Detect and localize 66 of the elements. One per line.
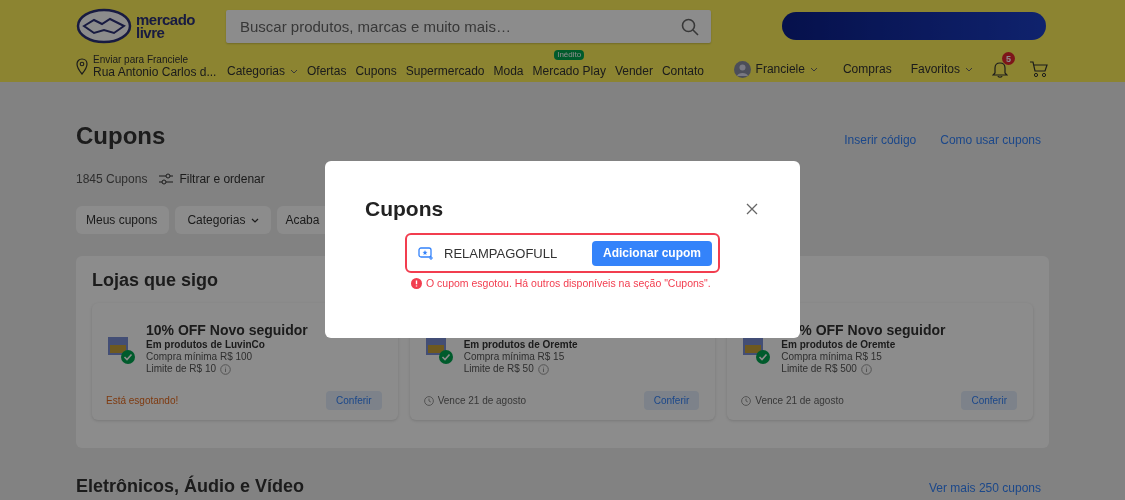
page-link[interactable]: Inserir código bbox=[844, 133, 917, 147]
coupon-limit: Limite de R$ 50 bbox=[463, 363, 534, 375]
expiry-date: Vence 21 de agosto bbox=[755, 395, 844, 406]
filter-button[interactable]: Filtrar e ordenar bbox=[159, 172, 265, 186]
coupon-title: 10% OFF Novo seguidor bbox=[146, 321, 308, 339]
nav-link[interactable]: Categorias bbox=[227, 64, 299, 78]
nav-link[interactable]: Supermercado bbox=[405, 64, 485, 78]
new-badge: Inédito bbox=[554, 50, 585, 60]
see-more-link[interactable]: Ver mais 250 cupons bbox=[928, 481, 1041, 495]
add-coupon-button[interactable]: Adicionar cupom bbox=[592, 240, 712, 266]
coupon-count: 1845 Cupons bbox=[76, 172, 148, 186]
filter-chip[interactable]: Meus cupons bbox=[76, 206, 170, 234]
error-icon bbox=[411, 277, 422, 289]
location-pin-icon bbox=[76, 57, 88, 75]
coupon-store: Em produtos de LuvinCo bbox=[146, 339, 266, 351]
section-title: Eletrônicos, Áudio e Vídeo bbox=[76, 476, 305, 497]
coupon-minimum: Compra mínima R$ 15 bbox=[781, 351, 883, 363]
nav-link[interactable]: Contato bbox=[661, 64, 704, 78]
logo-text[interactable]: mercado livre bbox=[136, 13, 196, 39]
notification-badge: 5 bbox=[1002, 52, 1015, 65]
coupon-store: Em produtos de Oremte bbox=[781, 339, 897, 351]
store-logo-icon bbox=[106, 335, 136, 365]
header-link[interactable]: Compras bbox=[842, 62, 892, 76]
nav-link[interactable]: Ofertas bbox=[307, 64, 347, 78]
coupon-minimum: Compra mínima R$ 100 bbox=[146, 351, 254, 363]
user-menu[interactable]: Franciele bbox=[755, 62, 818, 76]
error-message: O cupom esgotou. Há outros disponíveis na seção "Cupons". bbox=[426, 277, 711, 289]
coupon-title: % OFF Novo seguidor bbox=[798, 321, 946, 339]
cart-icon[interactable] bbox=[1029, 60, 1049, 78]
clock-icon bbox=[741, 395, 752, 406]
expiry-date: Vence 21 de agosto bbox=[437, 395, 527, 406]
coupon-code-input[interactable]: RELAMPAGOFULL bbox=[442, 244, 584, 262]
search-icon[interactable] bbox=[681, 17, 699, 36]
caret-icon bbox=[290, 68, 299, 74]
section-title: Lojas que sigo bbox=[92, 270, 219, 291]
delivery-address[interactable]: Rua Antonio Carlos d... bbox=[93, 66, 217, 78]
dialog-title: Cupons bbox=[365, 197, 444, 221]
close-icon[interactable] bbox=[746, 203, 758, 215]
coupon-limit: Limite de R$ 500 bbox=[781, 363, 857, 375]
stock-warning: Está esgotando! bbox=[106, 395, 179, 406]
caret-icon bbox=[965, 66, 973, 72]
nav-link[interactable]: Moda bbox=[493, 64, 524, 78]
view-coupon-button[interactable]: Conferir bbox=[643, 391, 700, 410]
bell-icon[interactable] bbox=[992, 60, 1008, 78]
page-title: Cupons bbox=[76, 122, 166, 150]
header-link[interactable]: Favoritos bbox=[910, 62, 973, 76]
nav-link[interactable]: Vender bbox=[614, 64, 653, 78]
coupon-minimum: Compra mínima R$ 15 bbox=[463, 351, 566, 363]
filter-chip[interactable]: Categorias bbox=[175, 206, 272, 234]
caret-icon bbox=[251, 217, 260, 223]
coupon-store: Em produtos de Oremte bbox=[463, 339, 578, 351]
coupon-limit: Limite de R$ 10 bbox=[146, 363, 217, 375]
nav-link[interactable]: Cupons bbox=[355, 64, 397, 78]
view-coupon-button[interactable]: Conferir bbox=[961, 391, 1017, 410]
coupon-card[interactable]: 10% OFF Novo seguidor Em produtos de LuvinCo Compra mínima R$ 100 Limite de R$ 10 Está esgotando! Conferir bbox=[92, 303, 398, 420]
handshake-logo-icon[interactable] bbox=[76, 8, 132, 44]
caret-icon bbox=[809, 66, 818, 72]
avatar-icon[interactable] bbox=[733, 60, 751, 78]
clock-icon bbox=[423, 395, 434, 406]
search-field[interactable]: Buscar produtos, marcas e muito mais… bbox=[226, 9, 711, 43]
banner-placeholder[interactable] bbox=[782, 12, 1046, 40]
page-link[interactable]: Como usar cupons bbox=[940, 133, 1041, 147]
coupon-card[interactable]: % OFF Novo seguidor Em produtos de Oremte Compra mínima R$ 15 Limite de R$ 500 Vence 21 de agosto Conferir bbox=[727, 303, 1033, 420]
view-coupon-button[interactable]: Conferir bbox=[326, 391, 382, 410]
delivery-label[interactable]: Enviar para Franciele bbox=[93, 54, 217, 66]
sliders-icon bbox=[159, 173, 174, 185]
